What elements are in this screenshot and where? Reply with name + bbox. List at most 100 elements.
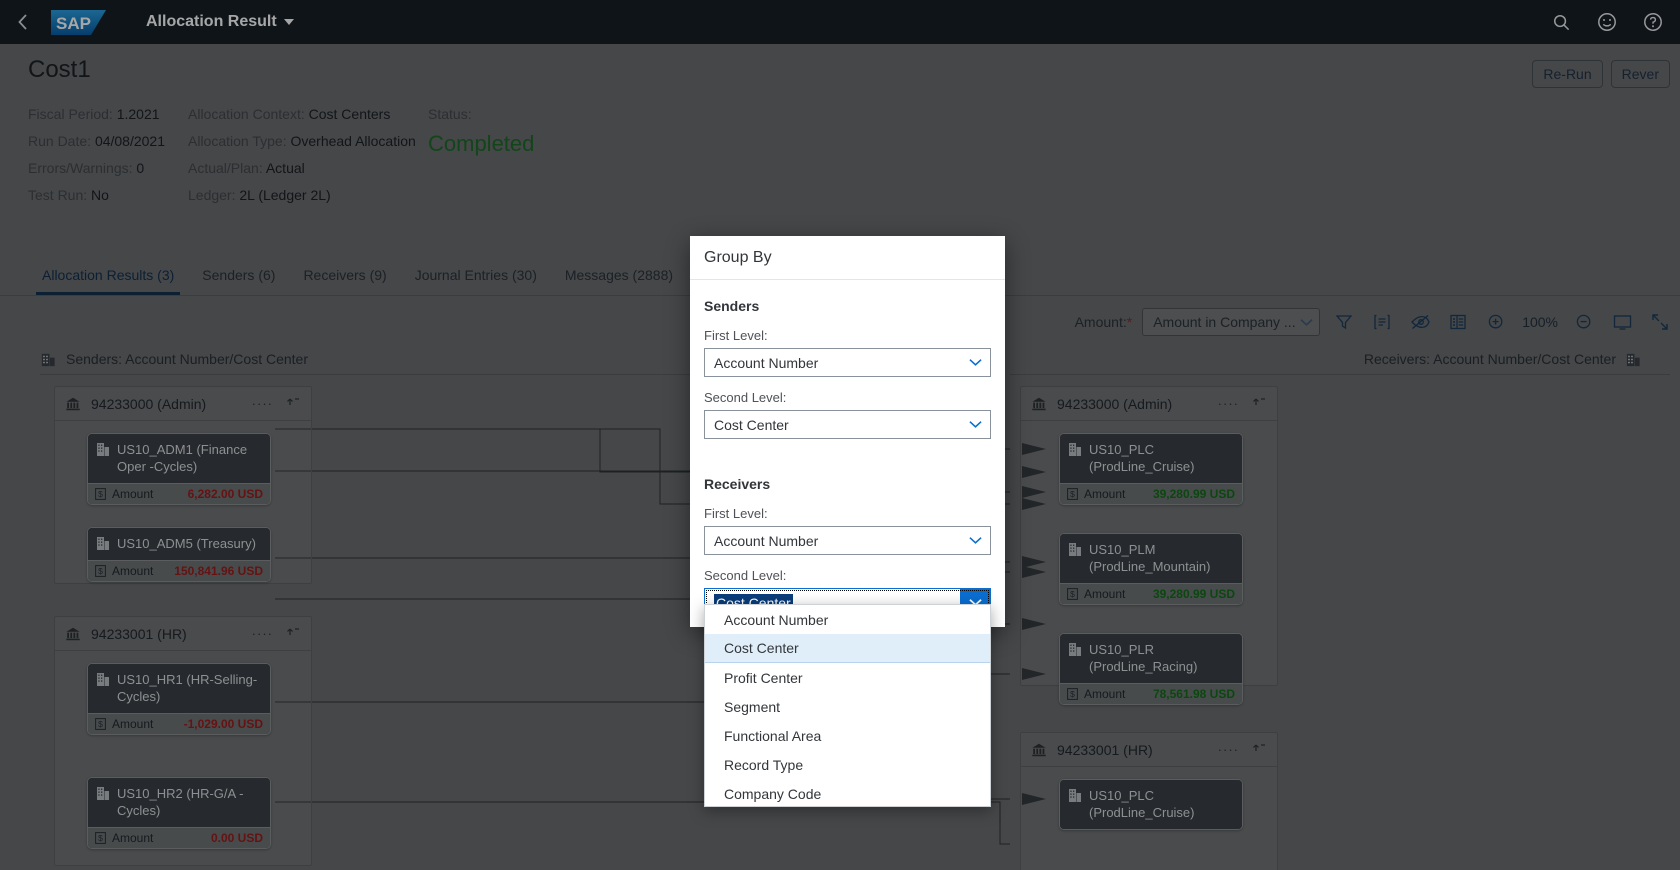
- receiver-group-admin[interactable]: 94233000 (Admin) ···· US10_PLC (ProdLine…: [1020, 386, 1278, 705]
- sender-group-admin[interactable]: 94233000 (Admin) ···· US10_ADM1 (Finance…: [54, 386, 312, 584]
- overflow-dots-icon[interactable]: ····: [252, 396, 273, 411]
- facet-label: Errors/Warnings:: [28, 160, 133, 176]
- sender-node[interactable]: US10_ADM1 (Finance Oper -Cycles) $ Amoun…: [87, 433, 271, 505]
- smiley-icon[interactable]: [1586, 1, 1628, 43]
- dropdown-option-functional-area[interactable]: Functional Area: [705, 721, 990, 750]
- group-actions: ····: [252, 396, 301, 411]
- building-small-icon: [97, 787, 109, 800]
- tab-messages[interactable]: Messages (2888): [551, 267, 687, 295]
- dialog-title: Group By: [690, 236, 1005, 280]
- receiver-node[interactable]: US10_PLC (ProdLine_Cruise) $ Amount 39,2…: [1059, 433, 1243, 505]
- reverse-button[interactable]: Rever: [1610, 60, 1670, 88]
- receiver-node[interactable]: US10_PLR (ProdLine_Racing) $ Amount 78,5…: [1059, 633, 1243, 705]
- node-title: US10_PLC (ProdLine_Cruise): [1060, 780, 1242, 829]
- search-icon[interactable]: [1540, 1, 1582, 43]
- second-level-dropdown-list: Account Number Cost Center Profit Center…: [704, 604, 991, 807]
- zoom-level: 100%: [1522, 314, 1558, 330]
- collapse-icon[interactable]: [1251, 743, 1267, 757]
- collapse-icon[interactable]: [1251, 397, 1267, 411]
- facet-column-2: Allocation Context: Cost Centers Allocat…: [188, 106, 418, 203]
- sender-node[interactable]: US10_ADM5 (Treasury) $ Amount 150,841.96…: [87, 527, 271, 582]
- sap-logo-icon: SAP: [51, 9, 106, 35]
- amount-label-text: Amount: [1084, 587, 1126, 601]
- zoom-out-icon[interactable]: [1570, 308, 1598, 336]
- facet-label: Actual/Plan:: [188, 160, 263, 176]
- receiver-node[interactable]: US10_PLC (ProdLine_Cruise): [1059, 779, 1243, 830]
- group-header: 94233000 (Admin) ····: [1021, 387, 1277, 421]
- facet-actual-plan: Actual/Plan: Actual: [188, 160, 418, 176]
- group-by-icon[interactable]: [1444, 308, 1472, 336]
- receivers-panel-title: Receivers: Account Number/Cost Center: [1363, 351, 1616, 367]
- facet-ledger: Ledger: 2L (Ledger 2L): [188, 187, 418, 203]
- sender-node[interactable]: US10_HR1 (HR-Selling-Cycles) $ Amount -1…: [87, 663, 271, 735]
- amount-label-text: Amount: [1084, 487, 1126, 501]
- receivers-first-level-select[interactable]: Account Number: [704, 526, 991, 555]
- dropdown-option-profit-center[interactable]: Profit Center: [705, 663, 990, 692]
- zoom-in-icon[interactable]: [1482, 308, 1510, 336]
- tab-senders[interactable]: Senders (6): [188, 267, 289, 295]
- svg-text:SAP: SAP: [56, 14, 91, 33]
- svg-text:$: $: [1070, 689, 1075, 699]
- tab-receivers[interactable]: Receivers (9): [289, 267, 400, 295]
- senders-second-level-label: Second Level:: [704, 390, 787, 405]
- overflow-dots-icon[interactable]: ····: [1218, 742, 1239, 757]
- node-title: US10_ADM5 (Treasury): [88, 528, 270, 560]
- facet-allocation-context: Allocation Context: Cost Centers: [188, 106, 418, 122]
- node-title: US10_PLC (ProdLine_Cruise): [1060, 434, 1242, 483]
- group-header: 94233000 (Admin) ····: [55, 387, 311, 421]
- overflow-dots-icon[interactable]: ····: [1218, 396, 1239, 411]
- help-icon[interactable]: [1632, 1, 1674, 43]
- tab-journal-entries[interactable]: Journal Entries (30): [401, 267, 551, 295]
- receiver-group-hr[interactable]: 94233001 (HR) ···· US10_PLC (ProdLine_Cr…: [1020, 732, 1278, 870]
- group-title-text: 94233001 (HR): [91, 625, 187, 642]
- senders-first-level-select[interactable]: Account Number: [704, 348, 991, 377]
- legend-icon[interactable]: [1368, 308, 1396, 336]
- facet-value: Actual: [265, 160, 305, 176]
- sender-group-hr[interactable]: 94233001 (HR) ···· US10_HR1 (HR-Selling-…: [54, 616, 312, 866]
- overflow-dots-icon[interactable]: ····: [252, 626, 273, 641]
- re-run-button[interactable]: Re-Run: [1532, 60, 1603, 88]
- group-actions: ····: [252, 626, 301, 641]
- svg-text:$: $: [98, 489, 103, 499]
- collapse-icon[interactable]: [285, 627, 301, 641]
- dropdown-option-company-code[interactable]: Company Code: [705, 779, 990, 806]
- sap-logo[interactable]: SAP: [50, 8, 114, 36]
- group-by-dialog: Group By Senders First Level: Account Nu…: [690, 236, 1005, 627]
- amount-select[interactable]: Amount in Company ...: [1142, 308, 1321, 336]
- dropdown-option-segment[interactable]: Segment: [705, 692, 990, 721]
- facet-value: 04/08/2021: [94, 133, 166, 149]
- building-icon: [41, 353, 55, 366]
- group-actions: ····: [1218, 742, 1267, 757]
- back-button[interactable]: [0, 0, 44, 44]
- dropdown-option-account-number[interactable]: Account Number: [705, 605, 990, 634]
- node-amount-row: $ Amount 78,561.98 USD: [1060, 683, 1242, 704]
- hide-icon[interactable]: [1406, 308, 1434, 336]
- bank-icon: [66, 627, 80, 640]
- senders-second-level-select[interactable]: Cost Center: [704, 410, 991, 439]
- shell-bar: SAP Allocation Result: [0, 0, 1680, 44]
- node-name: US10_ADM1 (Finance Oper -Cycles): [117, 442, 248, 474]
- receivers-section-title: Receivers: [704, 476, 771, 492]
- receiver-node[interactable]: US10_PLM (ProdLine_Mountain) $ Amount 39…: [1059, 533, 1243, 605]
- tab-allocation-results[interactable]: Allocation Results (3): [28, 267, 188, 295]
- dropdown-option-record-type[interactable]: Record Type: [705, 750, 990, 779]
- fullscreen-icon[interactable]: [1608, 308, 1636, 336]
- node-amount-value: 39,280.99 USD: [1152, 487, 1235, 501]
- currency-icon: $: [95, 718, 106, 730]
- expand-icon[interactable]: [1646, 308, 1674, 336]
- filter-icon[interactable]: [1330, 308, 1358, 336]
- svg-text:$: $: [98, 719, 103, 729]
- facet-label: Fiscal Period:: [28, 106, 113, 122]
- group-actions: ····: [1218, 396, 1267, 411]
- facet-value: 2L (Ledger 2L): [239, 187, 331, 203]
- svg-text:$: $: [1070, 589, 1075, 599]
- status-label: Status:: [428, 106, 472, 122]
- node-title: US10_PLR (ProdLine_Racing): [1060, 634, 1242, 683]
- shell-title[interactable]: Allocation Result: [146, 13, 294, 31]
- dropdown-option-cost-center[interactable]: Cost Center: [705, 634, 990, 663]
- currency-icon: $: [1067, 488, 1078, 500]
- bank-icon: [1032, 397, 1046, 410]
- collapse-icon[interactable]: [285, 397, 301, 411]
- node-amount-value: 6,282.00 USD: [187, 487, 263, 501]
- sender-node[interactable]: US10_HR2 (HR-G/A -Cycles) $ Amount 0.00 …: [87, 777, 271, 849]
